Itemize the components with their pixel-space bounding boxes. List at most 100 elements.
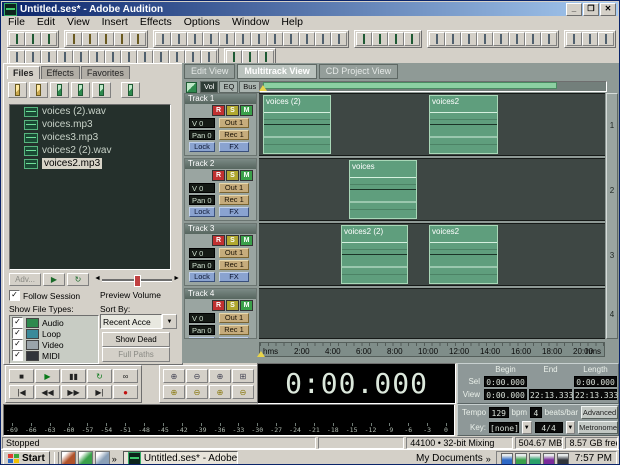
modem-icon[interactable] [556,452,569,464]
find-beats-button[interactable] [299,31,315,46]
zoom-to-selection-button[interactable]: ⊕ [209,369,231,383]
zoom-in-vertical-button[interactable]: ⊕ [209,385,231,399]
zoom-mode-button[interactable] [242,49,258,64]
scheduler-icon[interactable] [542,452,555,464]
play-looped-button[interactable]: ↻ [87,369,112,383]
volume-field[interactable]: V 0 [189,248,215,258]
organizer-tab-files[interactable]: Files [7,66,40,79]
overview-thumb[interactable] [263,82,557,89]
play-list-button[interactable] [388,31,404,46]
track-lane-2[interactable]: voices [259,158,605,221]
play-preview-button[interactable]: ▶ [43,273,65,286]
toolbar-chevron[interactable]: » [486,454,491,464]
clip-color-button[interactable] [105,49,121,64]
edit-file-button[interactable] [121,82,140,98]
copy-button[interactable] [187,31,203,46]
fx-button[interactable]: FX [219,337,249,338]
session-properties-button[interactable] [9,49,25,64]
mix-paste-button[interactable] [219,31,235,46]
save-session-button[interactable] [114,31,130,46]
crossfade-button[interactable] [169,49,185,64]
menu-view[interactable]: View [61,16,96,29]
media-player-icon[interactable] [77,451,93,464]
record-button[interactable]: R [212,300,225,311]
advanced-options-button[interactable]: Adv... [9,273,41,286]
time-selection-tool-button[interactable] [582,31,598,46]
mute-button[interactable]: M [240,170,253,181]
open-folder-button[interactable] [29,82,48,98]
full-paths-button[interactable]: Full Paths [102,347,170,362]
time-field[interactable] [529,376,572,387]
zoom-in-horizontal-button[interactable]: ⊕ [163,385,185,399]
display-icon[interactable] [500,452,513,464]
envelope-button[interactable] [461,31,477,46]
volume-envelope-button[interactable] [185,49,201,64]
zoom-in-button[interactable]: ⊕ [163,369,185,383]
file-list[interactable]: voices (2).wav voices.mp3 voices3.mp3 voice… [9,104,171,270]
vertical-scrollbar[interactable]: 1 2 3 4 [606,93,618,339]
file-list-item[interactable]: voices (2).wav [10,105,170,118]
zoom-out-horizontal-button[interactable]: ⊖ [186,385,208,399]
audio-clip[interactable]: voices (2) [263,95,331,154]
menu-effects[interactable]: Effects [134,16,178,29]
delete-button[interactable] [235,31,251,46]
solo-button[interactable]: S [226,170,239,181]
tab-edit-view[interactable]: Edit View [184,64,236,79]
follow-session-checkbox[interactable]: ✓ Follow Session [9,290,80,301]
properties-button[interactable] [331,31,347,46]
go-to-end-button[interactable]: ▶| [87,385,112,399]
key-dropdown[interactable]: [none] [489,422,520,433]
audio-clip[interactable]: voices2 [429,225,498,284]
file-list-item[interactable]: voices2.mp3 [10,157,170,170]
file-list-item[interactable]: voices3.mp3 [10,131,170,144]
show-dead-button[interactable]: Show Dead [102,332,170,347]
tab-cd-project-view[interactable]: CD Project View [318,64,399,79]
normalize-button[interactable] [445,31,461,46]
go-to-beginning-button[interactable]: |◀ [9,385,34,399]
minimize-button[interactable]: _ [566,2,582,16]
time-field[interactable]: 22:13.333 [574,389,618,400]
fx-button[interactable]: FX [219,207,249,217]
undo-button[interactable] [155,31,171,46]
cue-list-button[interactable] [372,31,388,46]
audio-clip[interactable]: voices2 (2) [341,225,408,284]
time-signature-dropdown[interactable]: 4/4 time [534,422,563,444]
zoom-out-button[interactable]: ⊖ [186,369,208,383]
time-signature-arrow-icon[interactable]: ▼ [565,421,576,434]
key-dropdown-arrow-icon[interactable]: ▼ [522,421,532,434]
pan-field[interactable]: Pan 0 [189,260,215,270]
pan-envelope-button[interactable] [201,49,217,64]
lock-button[interactable]: Lock [189,207,215,217]
timeline-ruler[interactable]: hms 2:00 4:00 6:00 8:00 10:00 12:00 14:00 16:00 1… [259,342,605,357]
task-button-audition[interactable]: Untitled.ses* - Adobe... [122,451,238,464]
file-type-video[interactable]: ✓ Video [12,339,96,350]
play-button[interactable]: ▶ [35,369,60,383]
loop-duplicate-button[interactable] [153,49,169,64]
time-field[interactable]: 0:00.000 [574,376,617,387]
file-list-item[interactable]: voices2 (2).wav [10,144,170,157]
advanced-button[interactable]: Advanced [580,406,618,419]
split-clip-button[interactable] [251,31,267,46]
new-session-button[interactable] [66,31,82,46]
show-desktop-icon[interactable] [94,451,110,464]
slider-left-arrow[interactable]: ◄ [94,275,101,282]
start-button[interactable]: Start [3,451,50,464]
insert-into-multitrack-button[interactable] [71,82,90,98]
mixtab-bus[interactable]: Bus [239,81,261,93]
close-button[interactable]: ✕ [600,2,616,16]
organizer-tab-favorites[interactable]: Favorites [80,66,130,79]
lock-in-time-button[interactable] [137,49,153,64]
convert-sample-type-button[interactable] [267,31,283,46]
record-device-button[interactable]: Rec 1 [219,130,249,140]
quick-launch-chevron[interactable]: » [112,454,117,464]
append-file-button[interactable] [98,31,114,46]
mute-button[interactable]: M [240,105,253,116]
group-clips-button[interactable] [89,49,105,64]
volume-field[interactable]: V 0 [189,313,215,323]
solo-button[interactable]: S [226,105,239,116]
playhead-marker[interactable] [257,351,265,357]
sort-by-dropdown[interactable]: Recent Acce ▼ [100,314,177,329]
lock-button[interactable]: Lock [189,142,215,152]
fft-filter-button[interactable] [477,31,493,46]
chevron-down-icon[interactable]: ▼ [162,314,177,329]
